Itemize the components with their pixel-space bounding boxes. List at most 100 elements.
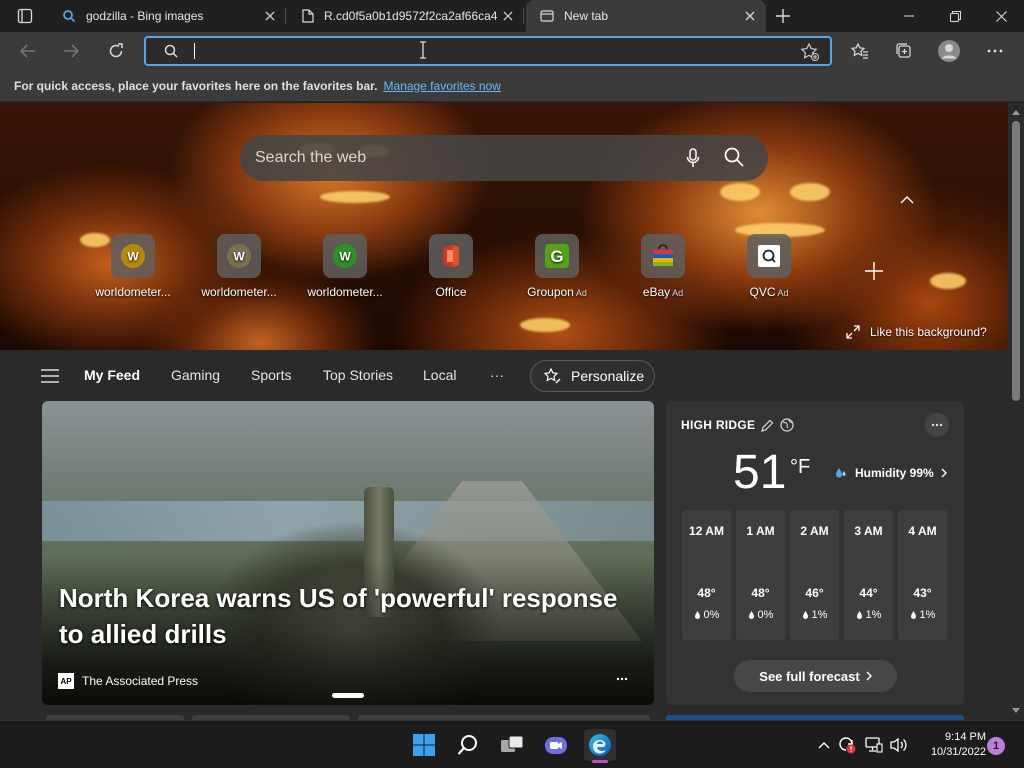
minimize-button[interactable]: [886, 0, 932, 32]
hour-temperature: 44°: [859, 586, 878, 600]
edge-taskbar-button[interactable]: [584, 729, 616, 763]
tab-new-tab[interactable]: New tab: [526, 0, 766, 32]
web-search-submit-button[interactable]: [724, 147, 744, 167]
start-button[interactable]: [408, 729, 440, 761]
search-icon: [164, 44, 178, 58]
scroll-up-arrow-icon[interactable]: [1012, 108, 1020, 116]
favorites-button[interactable]: [845, 36, 875, 66]
windows-taskbar: 9:14 PM 10/31/2022 1: [0, 720, 1024, 768]
address-bar[interactable]: [144, 36, 832, 66]
hour-time: 1 AM: [746, 524, 775, 538]
collapse-button[interactable]: [900, 195, 918, 209]
show-hidden-icons-button[interactable]: [814, 735, 834, 755]
hourly-forecast-item[interactable]: 4 AM 43° 1%: [898, 510, 947, 640]
restore-button[interactable]: [932, 0, 978, 32]
quick-link-label: worldometer...: [95, 285, 171, 299]
groupon-logo-icon: G: [545, 244, 569, 268]
feed-tab-my-feed[interactable]: My Feed: [84, 367, 140, 383]
microphone-icon: [686, 148, 700, 167]
quick-link-qvc[interactable]: QVC Ad: [724, 234, 814, 299]
quick-link-worldometer-2[interactable]: W worldometer...: [194, 234, 284, 299]
feed-tab-gaming[interactable]: Gaming: [171, 367, 220, 383]
close-window-button[interactable]: [978, 0, 1024, 32]
taskbar-clock[interactable]: 9:14 PM 10/31/2022: [916, 730, 986, 760]
notification-badge[interactable]: 1: [987, 737, 1005, 755]
hourly-forecast-item[interactable]: 12 AM 48° 0%: [682, 510, 731, 640]
teams-chat-button[interactable]: [540, 729, 572, 761]
news-card[interactable]: North Korea warns US of 'powerful' respo…: [42, 401, 654, 705]
close-tab-button[interactable]: [260, 6, 280, 26]
quick-link-worldometer-3[interactable]: W worldometer...: [300, 234, 390, 299]
hourly-forecast: 12 AM 48° 0% 1 AM 48° 0% 2 AM 46° 1% 3 A…: [682, 510, 947, 640]
menu-icon[interactable]: [41, 369, 59, 383]
back-button[interactable]: [13, 36, 43, 66]
close-tab-button[interactable]: [740, 6, 760, 26]
refresh-button[interactable]: [101, 36, 131, 66]
collections-button[interactable]: [889, 36, 919, 66]
new-tab-button[interactable]: [770, 4, 796, 28]
quick-link-name: QVC: [749, 285, 776, 299]
tab-bing-images[interactable]: godzilla - Bing images: [48, 0, 286, 32]
hourly-forecast-item[interactable]: 3 AM 44° 1%: [844, 510, 893, 640]
page-scrollbar[interactable]: [1008, 103, 1024, 720]
ad-badge: Ad: [672, 288, 684, 298]
tab-title: godzilla - Bing images: [86, 9, 204, 23]
quick-link-groupon[interactable]: G Groupon Ad: [512, 234, 602, 299]
temperature-unit[interactable]: °F: [790, 456, 810, 479]
feed-tab-top-stories[interactable]: Top Stories: [323, 367, 393, 383]
profile-button[interactable]: [934, 36, 964, 66]
see-full-forecast-button[interactable]: See full forecast: [734, 660, 897, 692]
globe-icon[interactable]: [780, 418, 794, 432]
feed-more-button[interactable]: ···: [490, 367, 504, 383]
feed-tab-local[interactable]: Local: [423, 367, 456, 383]
quick-link-name: eBay: [642, 285, 671, 299]
personalize-button[interactable]: Personalize: [530, 360, 655, 392]
like-background-label: Like this background?: [870, 325, 987, 339]
taskbar-search-button[interactable]: [452, 729, 484, 761]
news-more-button[interactable]: [616, 677, 628, 681]
quick-link-icon-box: [747, 234, 791, 278]
tab-image-file[interactable]: R.cd0f5a0b1d9572f2ca2af66ca4: [288, 0, 524, 32]
quick-link-office[interactable]: Office: [406, 234, 496, 299]
settings-more-button[interactable]: [980, 36, 1010, 66]
like-background-button[interactable]: Like this background?: [846, 325, 987, 339]
news-headline[interactable]: North Korea warns US of 'powerful' respo…: [59, 580, 649, 652]
humidity-link[interactable]: Humidity 99%: [834, 466, 947, 480]
quick-link-worldometer-1[interactable]: W worldometer...: [88, 234, 178, 299]
chevron-right-icon: [941, 468, 947, 478]
scroll-down-arrow-icon[interactable]: [1012, 707, 1020, 715]
raindrop-icon: [748, 610, 754, 619]
add-quick-link-button[interactable]: [864, 261, 884, 281]
forward-button[interactable]: [56, 36, 86, 66]
qvc-logo-icon: [758, 245, 780, 267]
sync-status-button[interactable]: [837, 735, 857, 755]
tab-actions-button[interactable]: [8, 4, 42, 28]
hour-precipitation-value: 1%: [811, 609, 828, 621]
pumpkin-glow: [520, 318, 570, 332]
task-view-button[interactable]: [496, 729, 528, 761]
search-icon: [724, 147, 744, 167]
voice-search-button[interactable]: [686, 148, 700, 168]
hour-temperature: 43°: [913, 586, 932, 600]
volume-button[interactable]: [889, 735, 909, 755]
web-search-box[interactable]: Search the web: [240, 135, 768, 181]
tab-title: R.cd0f5a0b1d9572f2ca2af66ca4: [324, 9, 498, 23]
weather-location[interactable]: HIGH RIDGE: [681, 418, 794, 432]
add-favorite-button[interactable]: [800, 42, 820, 62]
hourly-forecast-item[interactable]: 2 AM 46° 1%: [790, 510, 839, 640]
close-tab-button[interactable]: [498, 6, 518, 26]
close-icon: [995, 10, 1007, 22]
pencil-icon[interactable]: [761, 419, 774, 432]
manage-favorites-link[interactable]: Manage favorites now: [383, 79, 500, 93]
star-add-icon: [800, 42, 819, 61]
weather-more-button[interactable]: [925, 413, 949, 437]
plus-icon: [776, 9, 790, 23]
feed-tab-sports[interactable]: Sports: [251, 367, 291, 383]
hour-precipitation: 1%: [898, 609, 947, 621]
quick-link-ebay[interactable]: eBay Ad: [618, 234, 708, 299]
scrollbar-thumb[interactable]: [1012, 121, 1020, 401]
hour-temperature: 48°: [697, 586, 716, 600]
carousel-indicator[interactable]: [332, 693, 364, 698]
hourly-forecast-item[interactable]: 1 AM 48° 0%: [736, 510, 785, 640]
network-button[interactable]: [864, 735, 884, 755]
